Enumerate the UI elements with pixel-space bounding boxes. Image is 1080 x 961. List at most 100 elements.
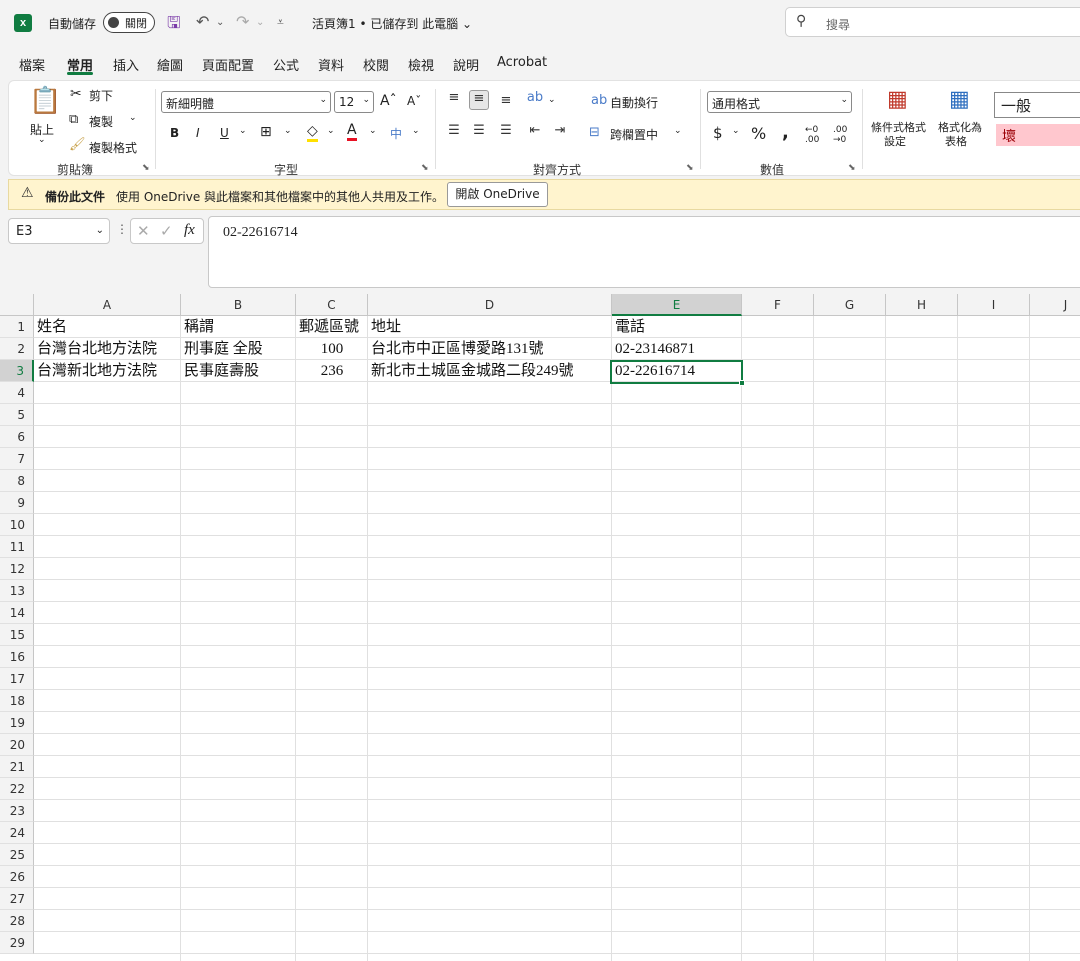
cell-b2[interactable]: 刑事庭 全股	[181, 338, 296, 360]
insert-function-icon[interactable]: fx	[184, 222, 195, 239]
spreadsheet-grid[interactable]: A B C D E F G H I J 1 2 3 4 5 6 7 8 9 10 11 12 13 14 1…	[0, 294, 1080, 961]
format-painter-button[interactable]: 複製格式	[89, 139, 137, 156]
document-title[interactable]: 活頁簿1 • 已儲存到 此電腦 ⌄	[312, 15, 472, 32]
undo-icon[interactable]: ↶	[196, 12, 209, 31]
cell-a3[interactable]: 台灣新北地方法院	[34, 360, 181, 382]
italic-icon[interactable]: I	[196, 126, 200, 140]
copy-button[interactable]: 複製	[89, 113, 113, 130]
cell-d1[interactable]: 地址	[368, 316, 612, 338]
row-header-7[interactable]: 7	[0, 448, 34, 470]
decrease-decimal-icon[interactable]: .00 →0	[833, 125, 847, 145]
wrap-text-icon[interactable]: ab	[591, 93, 607, 108]
row-header-19[interactable]: 19	[0, 712, 34, 734]
row-header-17[interactable]: 17	[0, 668, 34, 690]
merge-center-icon[interactable]: ⊟	[589, 125, 600, 140]
tab-page-layout[interactable]: 頁面配置	[202, 55, 254, 74]
row-header-4[interactable]: 4	[0, 382, 34, 404]
style-normal[interactable]: 一般	[994, 92, 1080, 118]
column-header-h[interactable]: H	[886, 294, 958, 316]
cut-button[interactable]: 剪下	[89, 87, 113, 104]
row-header-2[interactable]: 2	[0, 338, 34, 360]
format-as-table-icon[interactable]: ▦	[949, 87, 970, 112]
format-painter-icon[interactable]: 🖌	[69, 137, 86, 152]
copy-chevron-down-icon[interactable]: ⌄	[129, 113, 137, 123]
font-size-select[interactable]: 12 ⌄	[334, 91, 374, 113]
cell-a1[interactable]: 姓名	[34, 316, 181, 338]
font-color-chevron-down-icon[interactable]: ⌄	[369, 126, 377, 136]
search-input[interactable]: ⚲ 搜尋	[785, 7, 1080, 37]
row-header-8[interactable]: 8	[0, 470, 34, 492]
row-header-16[interactable]: 16	[0, 646, 34, 668]
row-header-28[interactable]: 28	[0, 910, 34, 932]
orientation-icon[interactable]: ab	[525, 90, 545, 110]
row-header-6[interactable]: 6	[0, 426, 34, 448]
align-center-icon[interactable]: ☰	[469, 123, 489, 143]
row-header-14[interactable]: 14	[0, 602, 34, 624]
percent-icon[interactable]: %	[751, 124, 766, 143]
more-options-icon[interactable]: ⋮	[116, 222, 128, 236]
clipboard-launcher-icon[interactable]: ⬊	[142, 163, 150, 173]
paste-icon[interactable]: 📋	[29, 86, 61, 116]
tab-insert[interactable]: 插入	[113, 55, 139, 74]
font-color-icon[interactable]: A	[347, 122, 357, 141]
row-header-3[interactable]: 3	[0, 360, 34, 382]
alignment-launcher-icon[interactable]: ⬊	[686, 163, 694, 173]
column-header-b[interactable]: B	[181, 294, 296, 316]
bold-icon[interactable]: B	[170, 126, 179, 140]
cell-b1[interactable]: 稱謂	[181, 316, 296, 338]
row-header-5[interactable]: 5	[0, 404, 34, 426]
underline-icon[interactable]: U	[220, 126, 229, 140]
customize-toolbar-icon[interactable]: ⩡	[277, 15, 284, 30]
cell-c3[interactable]: 236	[296, 360, 368, 382]
enter-icon[interactable]: ✓	[160, 222, 173, 240]
decrease-indent-icon[interactable]: ⇤	[525, 123, 545, 143]
row-header-18[interactable]: 18	[0, 690, 34, 712]
cell-d3[interactable]: 新北市土城區金城路二段249號	[368, 360, 612, 382]
comma-style-icon[interactable]: ,	[782, 122, 789, 143]
underline-chevron-down-icon[interactable]: ⌄	[239, 126, 247, 136]
align-middle-icon[interactable]: ≡	[469, 90, 489, 110]
style-bad[interactable]: 壞	[996, 124, 1080, 146]
align-bottom-icon[interactable]: ≡	[496, 93, 516, 113]
name-box[interactable]: E3 ⌄	[8, 218, 110, 244]
copy-icon[interactable]: ⧉	[69, 112, 78, 127]
redo-chevron-down-icon[interactable]: ⌄	[256, 17, 264, 28]
redo-icon[interactable]: ↷	[236, 12, 249, 31]
row-header-23[interactable]: 23	[0, 800, 34, 822]
cell-e2[interactable]: 02-23146871	[612, 338, 742, 360]
row-header-22[interactable]: 22	[0, 778, 34, 800]
align-left-icon[interactable]: ☰	[444, 123, 464, 143]
row-header-29[interactable]: 29	[0, 932, 34, 954]
increase-decimal-icon[interactable]: ←0.00	[805, 125, 819, 145]
align-right-icon[interactable]: ☰	[496, 123, 516, 143]
column-header-d[interactable]: D	[368, 294, 612, 316]
row-header-27[interactable]: 27	[0, 888, 34, 910]
column-header-j[interactable]: J	[1030, 294, 1080, 316]
row-header-13[interactable]: 13	[0, 580, 34, 602]
increase-indent-icon[interactable]: ⇥	[550, 123, 570, 143]
conditional-formatting-button-line2[interactable]: 設定	[884, 133, 906, 149]
shrink-font-icon[interactable]: Aˇ	[407, 94, 421, 108]
number-format-select[interactable]: 通用格式 ⌄	[707, 91, 852, 113]
align-top-icon[interactable]: ≡	[444, 90, 464, 110]
row-header-26[interactable]: 26	[0, 866, 34, 888]
currency-icon[interactable]: $	[713, 124, 723, 142]
merge-center-button[interactable]: 跨欄置中	[610, 126, 658, 143]
open-onedrive-button[interactable]: 開啟 OneDrive	[447, 182, 548, 207]
format-as-table-button-line2[interactable]: 表格	[945, 133, 967, 149]
cell-d2[interactable]: 台北市中正區博愛路131號	[368, 338, 612, 360]
tab-file[interactable]: 檔案	[19, 55, 45, 74]
cancel-icon[interactable]: ✕	[137, 222, 150, 240]
row-header-24[interactable]: 24	[0, 822, 34, 844]
cut-icon[interactable]: ✂	[70, 86, 82, 102]
cell-c2[interactable]: 100	[296, 338, 368, 360]
row-header-11[interactable]: 11	[0, 536, 34, 558]
row-header-10[interactable]: 10	[0, 514, 34, 536]
orientation-chevron-down-icon[interactable]: ⌄	[548, 95, 556, 105]
row-header-21[interactable]: 21	[0, 756, 34, 778]
column-header-i[interactable]: I	[958, 294, 1030, 316]
tab-view[interactable]: 檢視	[408, 55, 434, 74]
cell-b3[interactable]: 民事庭壽股	[181, 360, 296, 382]
select-all-corner[interactable]	[0, 294, 34, 316]
wrap-text-button[interactable]: 自動換行	[610, 94, 658, 111]
